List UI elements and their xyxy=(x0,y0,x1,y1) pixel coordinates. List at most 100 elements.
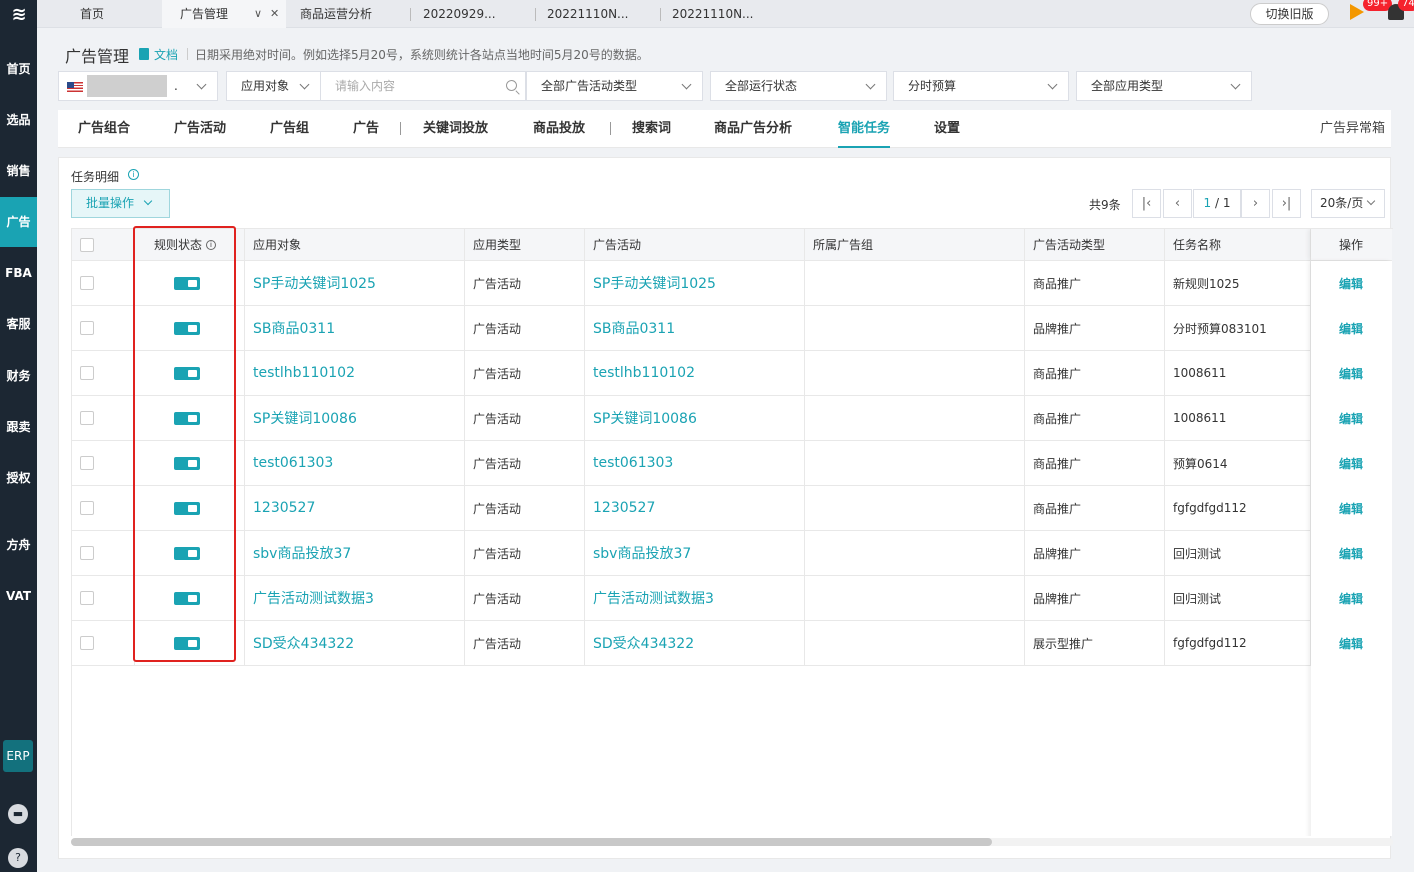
first-page-button[interactable]: |‹ xyxy=(1132,189,1161,218)
storage-icon[interactable]: ▬ xyxy=(8,804,28,824)
tab-ad-management[interactable]: 广告管理 ∨ ✕ xyxy=(162,0,286,28)
apply-object-link[interactable]: 1230527 xyxy=(253,500,315,516)
rule-status-toggle[interactable] xyxy=(174,501,200,515)
campaign-link[interactable]: SP手动关键词1025 xyxy=(593,273,716,293)
tab-20221110n-1[interactable]: 20221110N... xyxy=(529,0,654,28)
batch-operation-button[interactable]: 批量操作 xyxy=(71,189,170,218)
row-checkbox[interactable] xyxy=(80,546,94,560)
row-checkbox[interactable] xyxy=(80,501,94,515)
budget-select[interactable]: 分时预算 xyxy=(893,71,1069,101)
campaign-link[interactable]: sbv商品投放37 xyxy=(593,543,691,563)
page-size-select[interactable]: 20条/页 xyxy=(1311,189,1385,218)
store-select[interactable]: . xyxy=(58,71,218,101)
tab-smart-tasks[interactable]: 智能任务 xyxy=(838,110,891,148)
apply-object-link[interactable]: SP关键词10086 xyxy=(253,408,357,428)
sidebar-item-0[interactable]: 首页 xyxy=(0,44,37,94)
search-icon[interactable] xyxy=(506,80,517,91)
chevron-down-icon[interactable]: ∨ xyxy=(254,0,262,28)
row-checkbox[interactable] xyxy=(80,366,94,380)
tab-20221110n-2[interactable]: 20221110N... xyxy=(654,0,779,28)
rule-status-toggle[interactable] xyxy=(174,366,200,380)
run-status-select[interactable]: 全部运行状态 xyxy=(710,71,887,101)
rule-status-toggle[interactable] xyxy=(174,456,200,470)
sidebar-item-5[interactable]: 客服 xyxy=(0,299,37,349)
apply-object-link[interactable]: sbv商品投放37 xyxy=(253,543,351,563)
row-checkbox[interactable] xyxy=(80,321,94,335)
campaign-link[interactable]: SD受众434322 xyxy=(593,633,694,653)
campaign-link[interactable]: test061303 xyxy=(593,455,673,471)
edit-button[interactable]: 编辑 xyxy=(1339,545,1363,562)
edit-button[interactable]: 编辑 xyxy=(1339,635,1363,652)
tab-product-analysis[interactable]: 商品运营分析 xyxy=(282,0,407,28)
tab-ad[interactable]: 广告 xyxy=(353,110,379,148)
sidebar-item-6[interactable]: 财务 xyxy=(0,351,37,401)
edit-button[interactable]: 编辑 xyxy=(1339,365,1363,382)
sidebar-item-8[interactable]: 授权 xyxy=(0,453,37,503)
campaign-link[interactable]: 广告活动测试数据3 xyxy=(593,588,714,608)
edit-button[interactable]: 编辑 xyxy=(1339,275,1363,292)
horizontal-scrollbar[interactable] xyxy=(71,838,1393,846)
campaign-type-select[interactable]: 全部广告活动类型 xyxy=(526,71,703,101)
edit-button[interactable]: 编辑 xyxy=(1339,590,1363,607)
apply-object-link[interactable]: test061303 xyxy=(253,455,333,471)
last-page-button[interactable]: ›| xyxy=(1272,189,1301,218)
select-all-checkbox[interactable] xyxy=(80,237,94,252)
campaign-link[interactable]: testlhb110102 xyxy=(593,365,695,381)
rule-status-toggle[interactable] xyxy=(174,636,200,650)
switch-old-version-button[interactable]: 切换旧版 xyxy=(1250,3,1329,25)
info-icon[interactable]: i xyxy=(128,169,139,180)
row-checkbox[interactable] xyxy=(80,456,94,470)
apply-object-link[interactable]: SD受众434322 xyxy=(253,633,354,653)
sidebar-item-1[interactable]: 选品 xyxy=(0,95,37,145)
sidebar-item-7[interactable]: 跟卖 xyxy=(0,402,37,452)
edit-button[interactable]: 编辑 xyxy=(1339,410,1363,427)
apply-type-select[interactable]: 全部应用类型 xyxy=(1076,71,1252,101)
erp-button[interactable]: ERP xyxy=(3,740,33,772)
rule-status-toggle[interactable] xyxy=(174,276,200,290)
search-input[interactable] xyxy=(321,72,491,100)
campaign-link[interactable]: SB商品0311 xyxy=(593,318,675,338)
tab-portfolio[interactable]: 广告组合 xyxy=(78,110,130,148)
rule-status-toggle[interactable] xyxy=(174,591,200,605)
ad-anomaly-box-link[interactable]: 广告异常箱 xyxy=(1320,110,1385,148)
tab-product-ad-analysis[interactable]: 商品广告分析 xyxy=(714,110,792,148)
row-checkbox[interactable] xyxy=(80,636,94,650)
apply-object-link[interactable]: 广告活动测试数据3 xyxy=(253,588,374,608)
tab-settings[interactable]: 设置 xyxy=(934,110,960,148)
sidebar-item-10[interactable]: VAT xyxy=(0,571,37,621)
page-indicator[interactable]: 1 / 1 xyxy=(1193,189,1241,218)
sidebar-item-4[interactable]: FBA xyxy=(0,248,37,298)
apply-object-link[interactable]: testlhb110102 xyxy=(253,365,355,381)
prev-page-button[interactable]: ‹ xyxy=(1163,189,1192,218)
tab-home[interactable]: 首页 xyxy=(62,0,162,28)
tab-search-terms[interactable]: 搜索词 xyxy=(632,110,671,148)
next-page-button[interactable]: › xyxy=(1241,189,1270,218)
close-icon[interactable]: ✕ xyxy=(270,0,279,28)
tab-keyword-targeting[interactable]: 关键词投放 xyxy=(423,110,488,148)
edit-button[interactable]: 编辑 xyxy=(1339,320,1363,337)
apply-object-select[interactable]: 应用对象 xyxy=(226,71,321,101)
campaign-link[interactable]: SP关键词10086 xyxy=(593,408,697,428)
scrollbar-thumb[interactable] xyxy=(71,838,992,846)
flag-icon[interactable] xyxy=(1350,4,1364,20)
sidebar-item-9[interactable]: 方舟 xyxy=(0,520,37,570)
edit-button[interactable]: 编辑 xyxy=(1339,455,1363,472)
row-checkbox[interactable] xyxy=(80,276,94,290)
support-icon[interactable]: ? xyxy=(8,848,28,868)
apply-object-link[interactable]: SB商品0311 xyxy=(253,318,335,338)
campaign-link[interactable]: 1230527 xyxy=(593,500,655,516)
info-icon[interactable]: i xyxy=(206,239,217,250)
tab-product-targeting[interactable]: 商品投放 xyxy=(533,110,585,148)
apply-object-link[interactable]: SP手动关键词1025 xyxy=(253,273,376,293)
tab-20220929[interactable]: 20220929... xyxy=(405,0,530,28)
tab-campaign[interactable]: 广告活动 xyxy=(174,110,226,148)
row-checkbox[interactable] xyxy=(80,411,94,425)
doc-link[interactable]: 文档 xyxy=(154,46,178,63)
row-checkbox[interactable] xyxy=(80,591,94,605)
edit-button[interactable]: 编辑 xyxy=(1339,500,1363,517)
tab-ad-group[interactable]: 广告组 xyxy=(270,110,309,148)
rule-status-toggle[interactable] xyxy=(174,411,200,425)
rule-status-toggle[interactable] xyxy=(174,546,200,560)
rule-status-toggle[interactable] xyxy=(174,321,200,335)
sidebar-item-2[interactable]: 销售 xyxy=(0,146,37,196)
